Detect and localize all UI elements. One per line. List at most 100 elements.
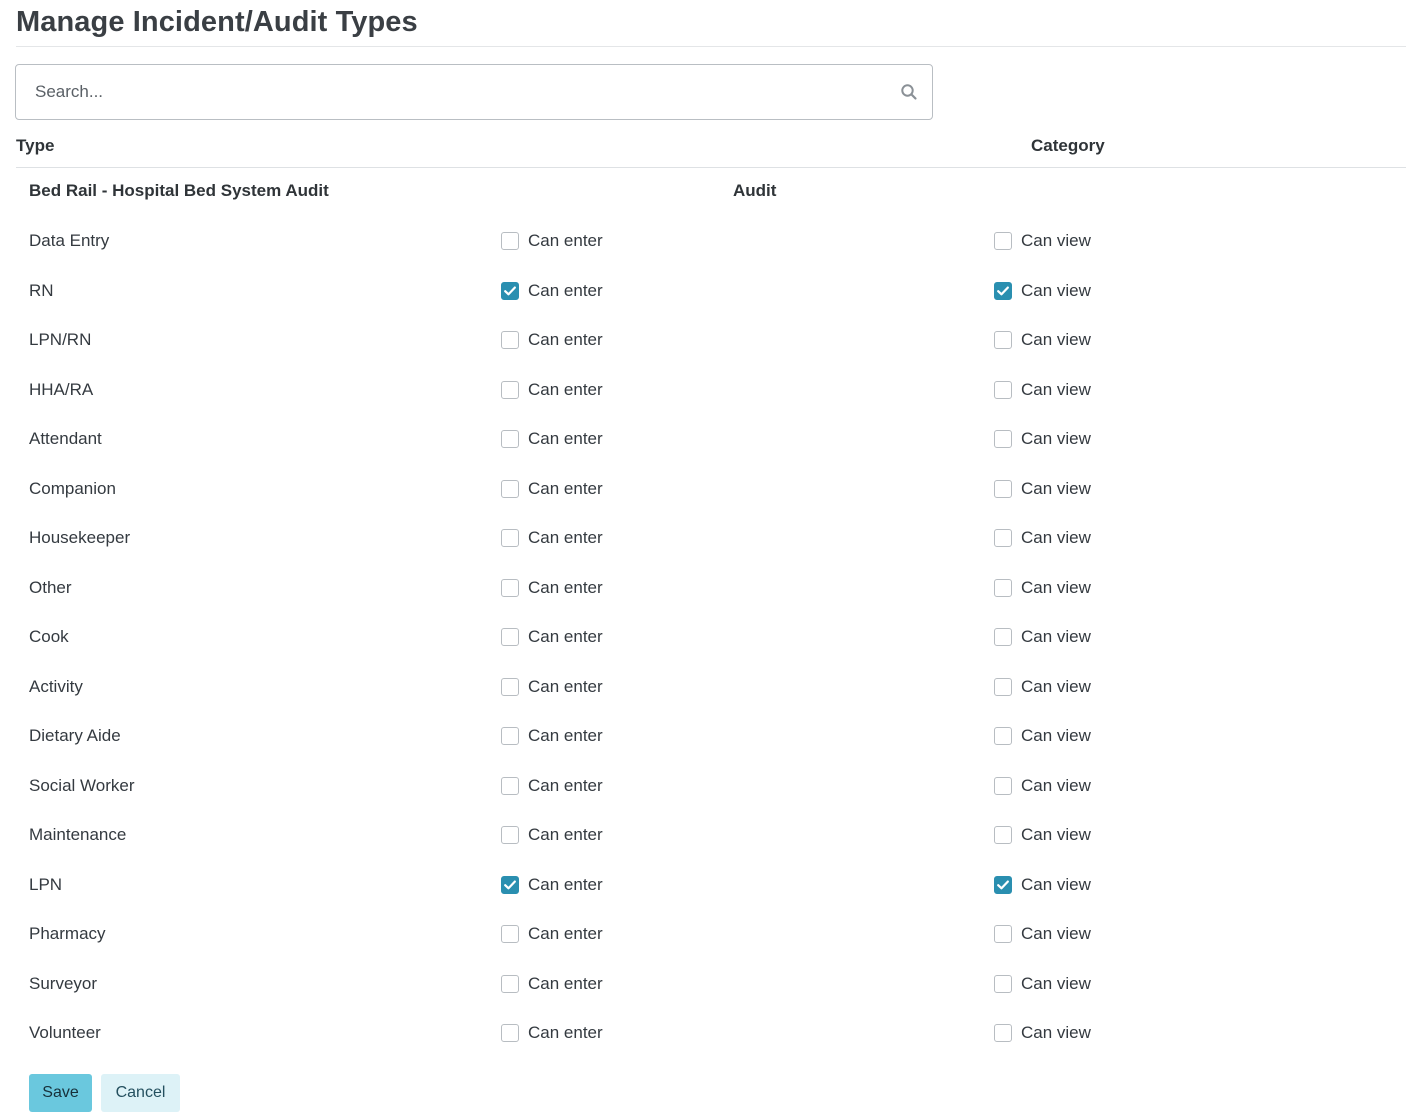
can-enter-label: Can enter xyxy=(528,627,603,646)
can-enter-checkbox[interactable]: Can enter xyxy=(501,429,603,449)
role-label: Other xyxy=(29,577,72,597)
can-enter-checkbox[interactable]: Can enter xyxy=(501,528,603,548)
role-label: LPN xyxy=(29,874,63,894)
checkbox-unchecked[interactable] xyxy=(501,232,519,250)
can-enter-checkbox[interactable]: Can enter xyxy=(501,677,603,697)
title-divider xyxy=(16,46,1406,47)
can-view-checkbox[interactable]: Can view xyxy=(994,429,1091,449)
checkbox-unchecked[interactable] xyxy=(501,331,519,349)
can-view-checkbox[interactable]: Can view xyxy=(994,825,1091,845)
check-icon xyxy=(997,286,1009,295)
checkbox-unchecked[interactable] xyxy=(994,331,1012,349)
checkbox-unchecked[interactable] xyxy=(501,974,519,993)
can-enter-checkbox[interactable]: Can enter xyxy=(501,726,603,746)
can-view-checkbox[interactable]: Can view xyxy=(994,380,1091,400)
table-row: Attendant Can enter Can view xyxy=(0,415,1413,465)
checkbox-unchecked[interactable] xyxy=(994,232,1012,250)
table-row: Dietary Aide Can enter Can view xyxy=(0,712,1413,762)
checkbox-unchecked[interactable] xyxy=(994,826,1012,844)
role-label: RN xyxy=(29,280,54,300)
can-enter-checkbox[interactable]: Can enter xyxy=(501,231,603,251)
can-enter-label: Can enter xyxy=(528,676,603,696)
table-row: Other Can enter Can view xyxy=(0,564,1413,614)
checkbox-unchecked[interactable] xyxy=(994,925,1012,943)
checkbox-unchecked[interactable] xyxy=(994,628,1012,646)
can-enter-label: Can enter xyxy=(528,775,603,795)
checkbox-unchecked[interactable] xyxy=(501,727,519,745)
can-enter-checkbox[interactable]: Can enter xyxy=(501,380,603,400)
can-enter-checkbox[interactable]: Can enter xyxy=(501,875,603,895)
checkbox-unchecked[interactable] xyxy=(501,826,519,844)
checkbox-unchecked[interactable] xyxy=(994,776,1012,795)
checkbox-unchecked[interactable] xyxy=(501,529,519,547)
can-view-checkbox[interactable]: Can view xyxy=(994,627,1091,647)
checkbox-unchecked[interactable] xyxy=(501,430,519,448)
checkbox-unchecked[interactable] xyxy=(501,578,519,597)
cancel-button[interactable]: Cancel xyxy=(101,1074,180,1112)
can-view-checkbox[interactable]: Can view xyxy=(994,578,1091,598)
can-enter-checkbox[interactable]: Can enter xyxy=(501,1023,603,1043)
can-view-checkbox[interactable]: Can view xyxy=(994,776,1091,796)
checkbox-unchecked[interactable] xyxy=(501,380,519,399)
checkbox-checked[interactable] xyxy=(994,875,1012,894)
can-enter-checkbox[interactable]: Can enter xyxy=(501,578,603,598)
can-view-checkbox[interactable]: Can view xyxy=(994,924,1091,944)
role-label: HHA/RA xyxy=(29,379,94,399)
can-enter-checkbox[interactable]: Can enter xyxy=(501,627,603,647)
checkbox-unchecked[interactable] xyxy=(501,628,519,646)
checkbox-unchecked[interactable] xyxy=(501,776,519,795)
search-box[interactable] xyxy=(15,64,933,120)
checkbox-unchecked[interactable] xyxy=(994,529,1012,547)
checkbox-unchecked[interactable] xyxy=(501,925,519,943)
checkbox-unchecked[interactable] xyxy=(501,479,519,498)
can-view-checkbox[interactable]: Can view xyxy=(994,726,1091,746)
can-view-label: Can view xyxy=(1021,478,1091,498)
can-view-checkbox[interactable]: Can view xyxy=(994,677,1091,697)
can-view-label: Can view xyxy=(1021,726,1091,745)
checkbox-checked[interactable] xyxy=(501,281,519,300)
can-enter-checkbox[interactable]: Can enter xyxy=(501,330,603,350)
role-label: Activity xyxy=(29,676,83,696)
role-label: Social Worker xyxy=(29,775,135,795)
can-view-label: Can view xyxy=(1021,775,1091,795)
table-row: RN Can enter Can view xyxy=(0,267,1413,317)
can-enter-checkbox[interactable]: Can enter xyxy=(501,974,603,994)
page-title: Manage Incident/Audit Types xyxy=(16,6,418,38)
can-view-checkbox[interactable]: Can view xyxy=(994,875,1091,895)
table-row: Pharmacy Can enter Can view xyxy=(0,910,1413,960)
can-enter-checkbox[interactable]: Can enter xyxy=(501,825,603,845)
checkbox-unchecked[interactable] xyxy=(994,677,1012,696)
can-view-label: Can view xyxy=(1021,280,1091,300)
save-button[interactable]: Save xyxy=(29,1074,92,1112)
checkbox-unchecked[interactable] xyxy=(994,380,1012,399)
can-view-checkbox[interactable]: Can view xyxy=(994,974,1091,994)
checkbox-unchecked[interactable] xyxy=(501,1024,519,1042)
checkbox-checked[interactable] xyxy=(994,281,1012,300)
can-enter-checkbox[interactable]: Can enter xyxy=(501,479,603,499)
can-view-label: Can view xyxy=(1021,577,1091,597)
can-view-checkbox[interactable]: Can view xyxy=(994,330,1091,350)
checkbox-unchecked[interactable] xyxy=(994,727,1012,745)
can-view-checkbox[interactable]: Can view xyxy=(994,479,1091,499)
checkbox-unchecked[interactable] xyxy=(501,677,519,696)
checkbox-unchecked[interactable] xyxy=(994,430,1012,448)
checkbox-unchecked[interactable] xyxy=(994,578,1012,597)
checkbox-unchecked[interactable] xyxy=(994,1024,1012,1042)
role-label: Companion xyxy=(29,478,116,498)
role-label: Dietary Aide xyxy=(29,726,121,745)
checkbox-unchecked[interactable] xyxy=(994,479,1012,498)
can-view-checkbox[interactable]: Can view xyxy=(994,528,1091,548)
checkbox-unchecked[interactable] xyxy=(994,974,1012,993)
can-enter-checkbox[interactable]: Can enter xyxy=(501,924,603,944)
search-icon[interactable] xyxy=(900,83,918,101)
can-enter-label: Can enter xyxy=(528,379,603,399)
checkbox-checked[interactable] xyxy=(501,875,519,894)
can-view-checkbox[interactable]: Can view xyxy=(994,1023,1091,1043)
can-view-checkbox[interactable]: Can view xyxy=(994,281,1091,301)
header-divider xyxy=(16,167,1406,168)
search-input[interactable] xyxy=(17,66,877,118)
can-enter-label: Can enter xyxy=(528,231,603,250)
can-enter-checkbox[interactable]: Can enter xyxy=(501,281,603,301)
can-enter-checkbox[interactable]: Can enter xyxy=(501,776,603,796)
can-view-checkbox[interactable]: Can view xyxy=(994,231,1091,251)
